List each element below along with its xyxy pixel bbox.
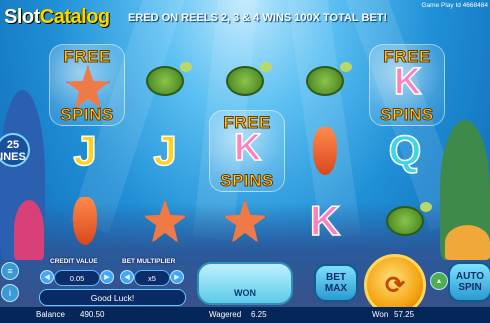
coral-right-orange bbox=[445, 225, 490, 260]
feature-marquee: ERED ON REELS 2, 3 & 4 WINS 100X TOTAL B… bbox=[128, 12, 388, 24]
lines-count: 25 bbox=[6, 139, 20, 151]
free-spins-symbol: FREE K SPINS bbox=[369, 44, 445, 126]
starfish-icon bbox=[143, 199, 187, 243]
letter-q: Q bbox=[388, 126, 422, 175]
letter-k: K bbox=[393, 60, 422, 104]
paytable-icon[interactable]: i bbox=[1, 284, 19, 302]
turtle-symbol bbox=[207, 48, 283, 114]
letter-j: J bbox=[73, 126, 98, 175]
wagered-value: 6.25 bbox=[251, 310, 267, 319]
multiplier-decrease-button[interactable]: ◀ bbox=[120, 270, 134, 284]
credit-value-label: CREDIT VALUE bbox=[50, 258, 98, 265]
letter-k: K bbox=[233, 126, 262, 170]
multiplier-increase-button[interactable]: ▶ bbox=[170, 270, 184, 284]
seahorse-icon bbox=[313, 127, 337, 175]
balance-label: Balance bbox=[36, 310, 65, 319]
credit-value-display: 0.05 bbox=[54, 270, 100, 286]
refresh-icon: ⟳ bbox=[384, 271, 406, 299]
credit-decrease-button[interactable]: ◀ bbox=[40, 270, 54, 284]
coral-left-pink bbox=[14, 200, 44, 260]
won-label: Won bbox=[372, 310, 389, 319]
starfish-symbol bbox=[207, 188, 283, 254]
turtle-symbol bbox=[287, 48, 363, 114]
turtle-icon bbox=[306, 62, 352, 96]
won-value: 57.25 bbox=[394, 310, 415, 319]
auto-spin-button[interactable]: AUTO SPIN bbox=[448, 262, 490, 302]
symbol-j: J bbox=[47, 118, 123, 184]
turtle-symbol bbox=[127, 48, 203, 114]
lines-label: INES bbox=[0, 151, 26, 163]
turtle-icon bbox=[226, 62, 272, 96]
turtle-icon bbox=[146, 62, 192, 96]
bet-multiplier-label: BET MULTIPLIER bbox=[122, 258, 176, 265]
status-bar: Balance 490.50 Wagered 6.25 Won 57.25 bbox=[0, 307, 490, 323]
seahorse-symbol bbox=[287, 118, 363, 184]
free-spins-symbol: FREE SPINS bbox=[49, 44, 125, 126]
auto-spin-arrow-icon[interactable]: ▲ bbox=[430, 272, 448, 290]
turtle-icon bbox=[386, 202, 432, 236]
site-logo: SlotCatalog bbox=[4, 6, 110, 28]
symbol-q: Q bbox=[367, 118, 443, 184]
menu-icon[interactable]: ≡ bbox=[1, 262, 19, 280]
seahorse-icon bbox=[73, 197, 97, 245]
letter-k: K bbox=[309, 196, 341, 245]
letter-j: J bbox=[153, 126, 178, 175]
starfish-symbol bbox=[127, 188, 203, 254]
balance-value: 490.50 bbox=[80, 310, 105, 319]
starfish-icon bbox=[223, 199, 267, 243]
free-label: FREE bbox=[63, 47, 111, 67]
message-box: Good Luck! bbox=[39, 289, 186, 306]
turtle-symbol bbox=[367, 188, 443, 254]
lines-badge: 25 INES bbox=[0, 133, 30, 167]
seahorse-symbol bbox=[47, 188, 123, 254]
game-play-id: Game Play Id 4668484 bbox=[421, 2, 489, 9]
wagered-label: Wagered bbox=[209, 310, 242, 319]
credit-increase-button[interactable]: ▶ bbox=[100, 270, 114, 284]
bet-multiplier-display: x5 bbox=[134, 270, 170, 286]
free-spins-symbol: FREE K SPINS bbox=[209, 110, 285, 192]
reel-grid: FREE SPINS J J FREE K SPINS K FREE K SPI… bbox=[47, 40, 445, 250]
bet-max-button[interactable]: BET MAX bbox=[314, 264, 358, 302]
starfish-icon bbox=[66, 65, 110, 109]
symbol-k: K bbox=[287, 188, 363, 254]
won-display: WON bbox=[197, 262, 293, 305]
symbol-j: J bbox=[127, 118, 203, 184]
